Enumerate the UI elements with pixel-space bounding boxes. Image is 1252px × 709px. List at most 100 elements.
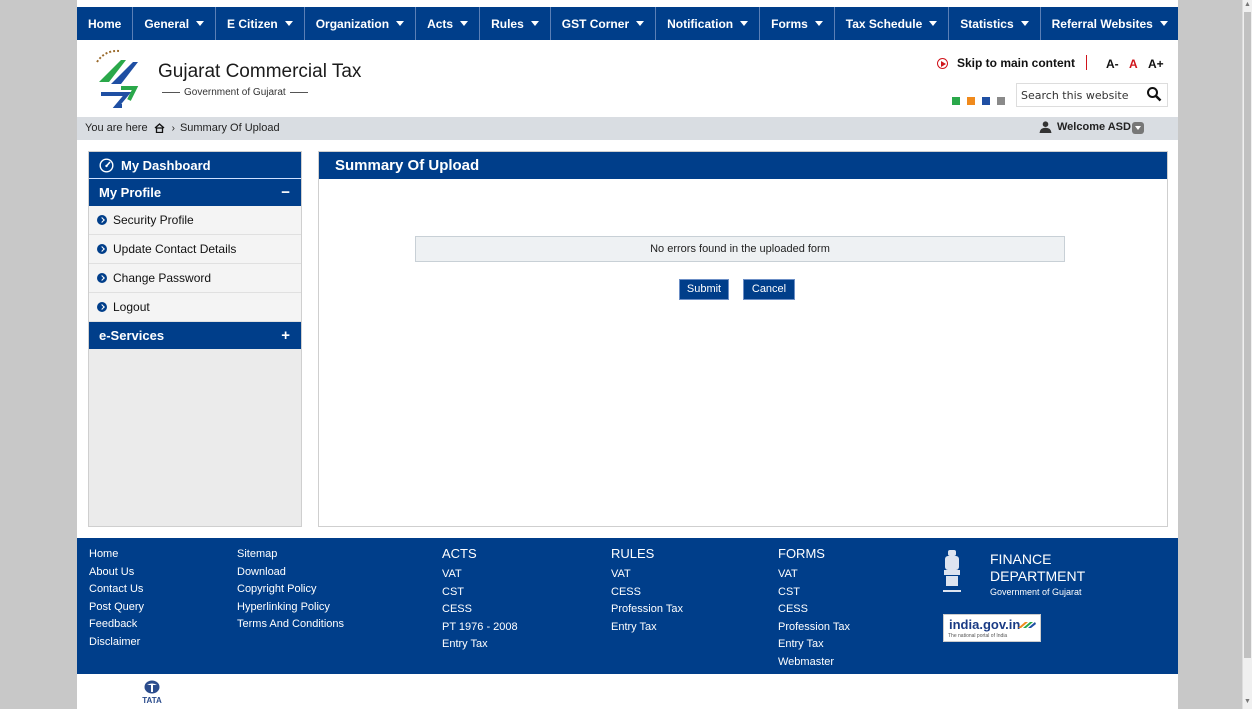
footer-acts-column: ACTS VAT CST CESS PT 1976 - 2008 Entry T… bbox=[442, 546, 518, 654]
footer-link[interactable]: Entry Tax bbox=[778, 636, 850, 654]
footer-rules-column: RULES VAT CESS Profession Tax Entry Tax bbox=[611, 546, 683, 636]
footer-link[interactable]: Download bbox=[237, 564, 344, 582]
scrollbar-thumb[interactable] bbox=[1244, 12, 1251, 658]
home-icon[interactable] bbox=[154, 123, 165, 133]
nav-general[interactable]: General bbox=[133, 7, 217, 40]
footer-heading: ACTS bbox=[442, 546, 477, 561]
caret-down-icon bbox=[396, 21, 405, 26]
footer-link[interactable]: VAT bbox=[611, 566, 683, 584]
user-menu-dropdown-icon[interactable] bbox=[1132, 122, 1144, 134]
caret-down-icon bbox=[1159, 21, 1168, 26]
sidebar-item-security-profile[interactable]: Security Profile bbox=[89, 206, 301, 235]
footer-link[interactable]: Hyperlinking Policy bbox=[237, 599, 344, 617]
caret-down-icon bbox=[814, 21, 823, 26]
vertical-scrollbar[interactable]: ▲ ▼ bbox=[1242, 0, 1252, 709]
footer-link[interactable]: Profession Tax bbox=[611, 601, 683, 619]
nav-home[interactable]: Home bbox=[77, 7, 134, 40]
footer-links-secondary: Sitemap Download Copyright Policy Hyperl… bbox=[237, 546, 344, 634]
site-title: Gujarat Commercial Tax bbox=[158, 61, 362, 82]
theme-green-swatch[interactable] bbox=[952, 97, 960, 105]
footer-link[interactable]: About Us bbox=[89, 564, 144, 582]
footer-link[interactable]: CESS bbox=[778, 601, 850, 619]
footer-link[interactable]: Entry Tax bbox=[611, 619, 683, 637]
commercial-tax-logo[interactable] bbox=[91, 48, 149, 110]
collapse-icon[interactable]: − bbox=[281, 184, 290, 201]
footer-link[interactable]: Profession Tax bbox=[778, 619, 850, 637]
nav-rules[interactable]: Rules bbox=[480, 7, 551, 40]
divider bbox=[1086, 55, 1087, 70]
theme-orange-swatch[interactable] bbox=[967, 97, 975, 105]
sidebar-item-logout[interactable]: Logout bbox=[89, 293, 301, 322]
footer-link[interactable]: Contact Us bbox=[89, 581, 144, 599]
footer-heading: FORMS bbox=[778, 546, 825, 561]
scroll-down-icon[interactable]: ▼ bbox=[1244, 698, 1251, 705]
nav-tax-schedule[interactable]: Tax Schedule bbox=[835, 7, 950, 40]
font-size-normal[interactable]: A bbox=[1129, 57, 1138, 71]
finance-subtitle: Government of Gujarat bbox=[990, 587, 1082, 597]
footer-link[interactable]: Disclaimer bbox=[89, 634, 144, 652]
nav-label: Referral Websites bbox=[1051, 16, 1153, 31]
footer-link[interactable]: PT 1976 - 2008 bbox=[442, 619, 518, 637]
status-message: No errors found in the uploaded form bbox=[415, 236, 1065, 262]
skip-to-main-link[interactable]: Skip to main content bbox=[937, 56, 1075, 70]
sidebar-item-update-contact[interactable]: Update Contact Details bbox=[89, 235, 301, 264]
india-gov-link[interactable]: india.gov.in The national portal of Indi… bbox=[943, 614, 1041, 642]
nav-forms[interactable]: Forms bbox=[760, 7, 835, 40]
nav-gst-corner[interactable]: GST Corner bbox=[551, 7, 657, 40]
sidebar-e-services[interactable]: e-Services + bbox=[89, 322, 301, 349]
nav-statistics[interactable]: Statistics bbox=[949, 7, 1041, 40]
footer-link[interactable]: VAT bbox=[778, 566, 850, 584]
caret-down-icon bbox=[196, 21, 205, 26]
font-size-increase[interactable]: A+ bbox=[1148, 57, 1164, 71]
footer-link[interactable]: Webmaster bbox=[778, 654, 850, 672]
nav-organization[interactable]: Organization bbox=[305, 7, 417, 40]
nav-acts[interactable]: Acts bbox=[416, 7, 481, 40]
footer-link[interactable]: VAT bbox=[442, 566, 518, 584]
scroll-up-icon[interactable]: ▲ bbox=[1244, 1, 1251, 8]
cancel-button[interactable]: Cancel bbox=[743, 279, 795, 300]
footer-link[interactable]: CESS bbox=[611, 584, 683, 602]
footer-link[interactable]: Entry Tax bbox=[442, 636, 518, 654]
footer-link[interactable]: Terms And Conditions bbox=[237, 616, 344, 634]
footer-links-primary: Home About Us Contact Us Post Query Feed… bbox=[89, 546, 144, 651]
sidebar-item-change-password[interactable]: Change Password bbox=[89, 264, 301, 293]
nav-label: General bbox=[144, 16, 190, 31]
search-icon[interactable] bbox=[1146, 86, 1162, 102]
theme-gray-swatch[interactable] bbox=[997, 97, 1005, 105]
footer-forms-column: FORMS VAT CST CESS Profession Tax Entry … bbox=[778, 546, 850, 671]
welcome-user[interactable]: Welcome ASD bbox=[1039, 121, 1131, 133]
nav-e-citizen[interactable]: E Citizen bbox=[216, 7, 305, 40]
font-size-decrease[interactable]: A- bbox=[1106, 57, 1119, 71]
sidebar: My Dashboard My Profile − Security Profi… bbox=[88, 151, 302, 527]
sidebar-my-dashboard[interactable]: My Dashboard bbox=[89, 152, 301, 179]
sidebar-item-label: Security Profile bbox=[113, 213, 194, 227]
caret-down-icon bbox=[740, 21, 749, 26]
profile-label: My Profile bbox=[99, 185, 162, 200]
play-circle-icon bbox=[937, 57, 948, 69]
submit-button[interactable]: Submit bbox=[679, 279, 729, 300]
sidebar-my-profile[interactable]: My Profile − bbox=[89, 179, 301, 206]
expand-icon[interactable]: + bbox=[281, 327, 290, 344]
top-nav: Home General E Citizen Organization Acts… bbox=[77, 7, 1178, 40]
footer-link[interactable]: CST bbox=[778, 584, 850, 602]
page: Home General E Citizen Organization Acts… bbox=[77, 0, 1178, 709]
theme-blue-swatch[interactable] bbox=[982, 97, 990, 105]
footer-link[interactable]: Sitemap bbox=[237, 546, 344, 564]
footer-link[interactable]: CESS bbox=[442, 601, 518, 619]
nav-label: Statistics bbox=[960, 16, 1014, 31]
nav-notification[interactable]: Notification bbox=[656, 7, 761, 40]
footer-link[interactable]: Post Query bbox=[89, 599, 144, 617]
site-subtitle: Government of Gujarat bbox=[158, 87, 312, 98]
nav-label: Tax Schedule bbox=[845, 16, 923, 31]
tata-logo[interactable]: TATA bbox=[135, 680, 169, 706]
chevron-right-icon: › bbox=[171, 122, 175, 134]
footer-link[interactable]: CST bbox=[442, 584, 518, 602]
breadcrumb: You are here › Summary Of Upload bbox=[85, 122, 280, 134]
footer-link[interactable]: Copyright Policy bbox=[237, 581, 344, 599]
nav-label: E Citizen bbox=[227, 16, 278, 31]
tata-label: TATA bbox=[142, 696, 162, 705]
footer-link[interactable]: Feedback bbox=[89, 616, 144, 634]
nav-referral-websites[interactable]: Referral Websites bbox=[1041, 7, 1179, 40]
footer-link[interactable]: Home bbox=[89, 546, 144, 564]
nav-label: Forms bbox=[771, 16, 808, 31]
